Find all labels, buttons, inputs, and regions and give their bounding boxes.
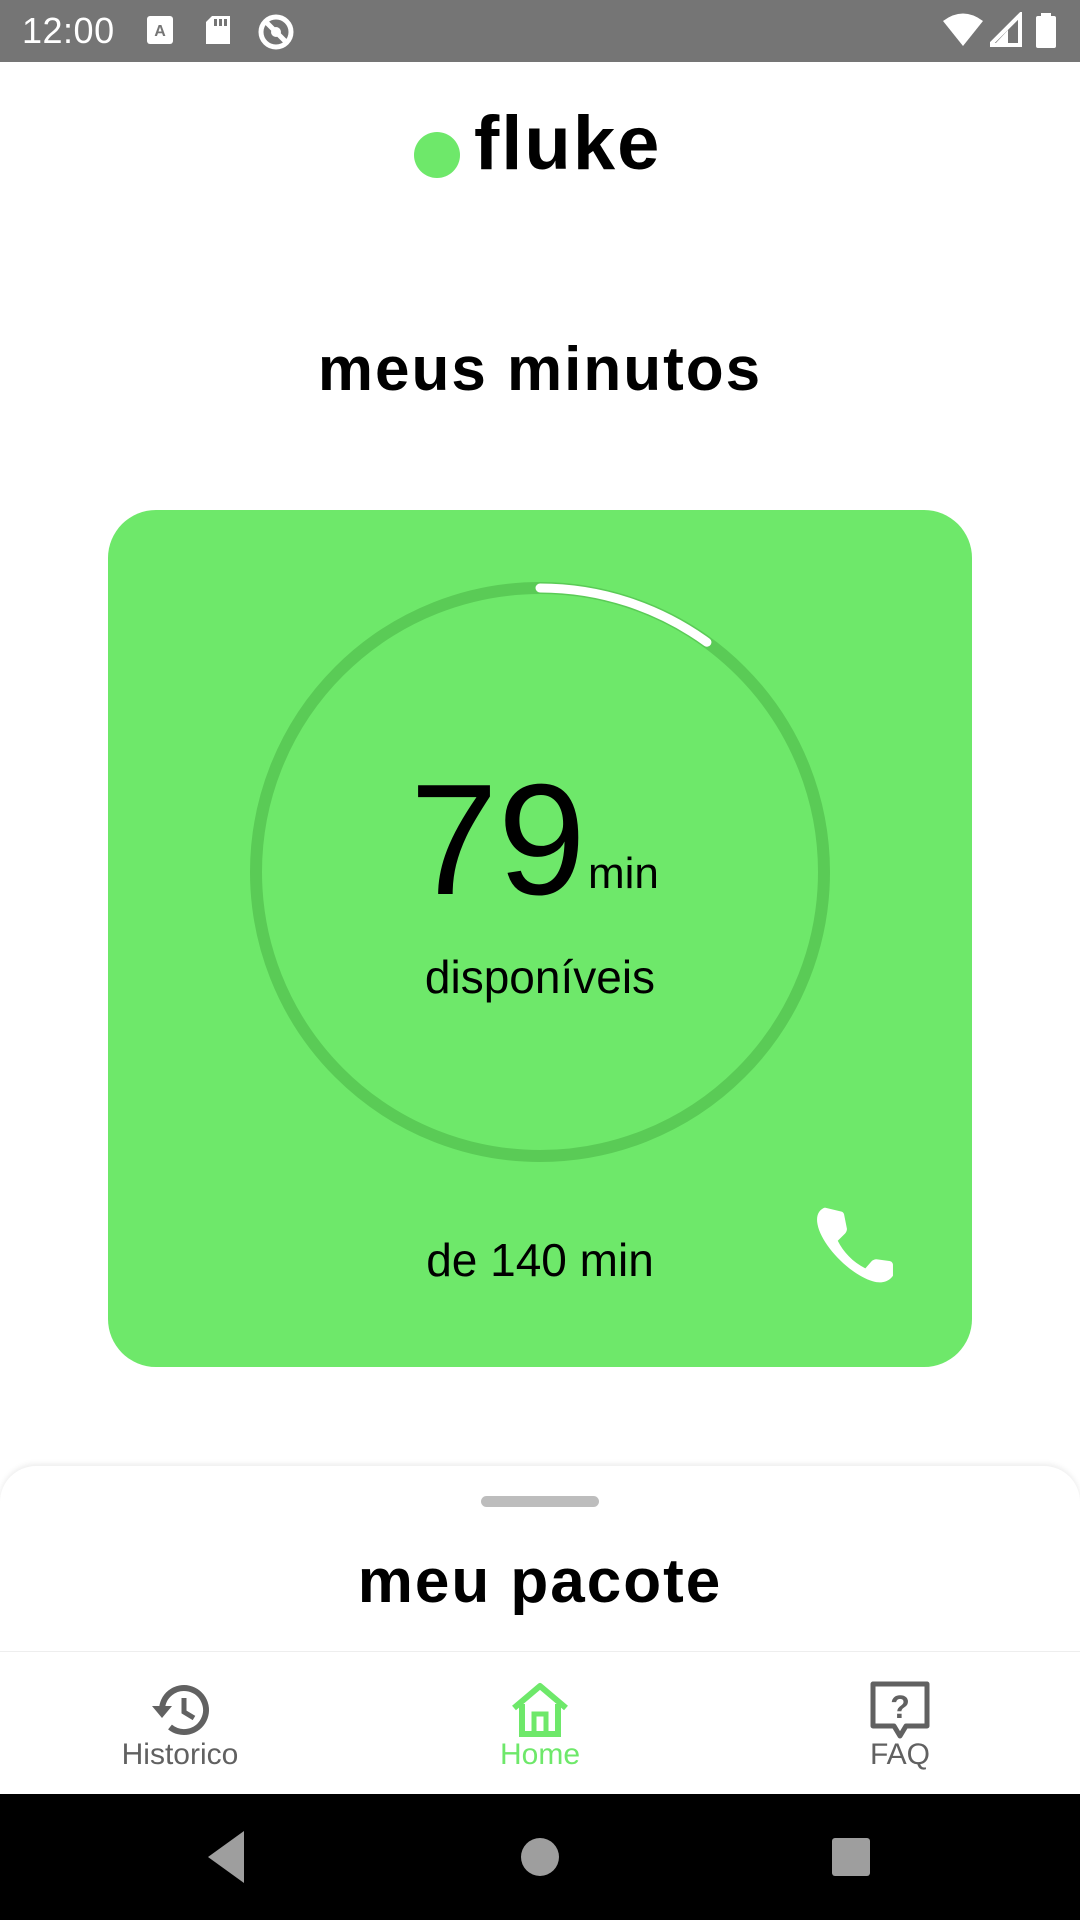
app-logo: fluke <box>0 100 1080 190</box>
status-bar: 12:00 A <box>0 0 1080 62</box>
sheet-title: meu pacote <box>357 1547 723 1616</box>
bottom-nav: Historico Home ? FAQ <box>0 1651 1080 1794</box>
sd-card-icon <box>206 16 230 44</box>
nav-item-home[interactable]: Home <box>360 1652 720 1795</box>
page-title: meus minutos <box>317 335 763 404</box>
gauge-progress <box>535 583 712 647</box>
sheet-drag-handle[interactable] <box>481 1496 599 1507</box>
minutes-card: 79 min disponíveis de 140 min <box>108 510 972 1367</box>
nav-item-historico[interactable]: Historico <box>0 1652 360 1795</box>
help-icon: ? <box>870 1681 930 1739</box>
logo-text: fluke <box>474 101 662 186</box>
svg-text:A: A <box>154 23 166 40</box>
logo-dot <box>414 132 460 178</box>
nav-label-historico: Historico <box>121 1738 239 1771</box>
history-icon <box>152 1685 209 1736</box>
minutes-readout: 79 min <box>108 752 972 928</box>
available-label: disponíveis <box>424 951 656 1003</box>
recents-icon[interactable] <box>830 1827 872 1887</box>
home-circle-icon[interactable] <box>519 1827 561 1887</box>
wifi-icon <box>943 13 983 46</box>
phone-icon[interactable] <box>808 1200 908 1300</box>
svg-text:?: ? <box>890 1689 910 1725</box>
system-nav-bar <box>0 1794 1080 1920</box>
back-icon[interactable] <box>204 1827 250 1887</box>
minutes-value: 79 <box>410 752 586 928</box>
nav-label-home: Home <box>499 1738 581 1771</box>
keyboard-icon: A <box>147 16 173 44</box>
home-icon <box>512 1683 568 1737</box>
nav-label-faq: FAQ <box>869 1738 930 1771</box>
package-sheet[interactable]: meu pacote <box>0 1466 1080 1652</box>
no-sync-icon <box>258 14 294 50</box>
status-time: 12:00 <box>22 10 115 51</box>
minutes-unit: min <box>588 849 659 898</box>
battery-icon <box>1036 13 1056 48</box>
signal-icon <box>990 12 1022 47</box>
nav-item-faq[interactable]: ? FAQ <box>720 1652 1080 1795</box>
